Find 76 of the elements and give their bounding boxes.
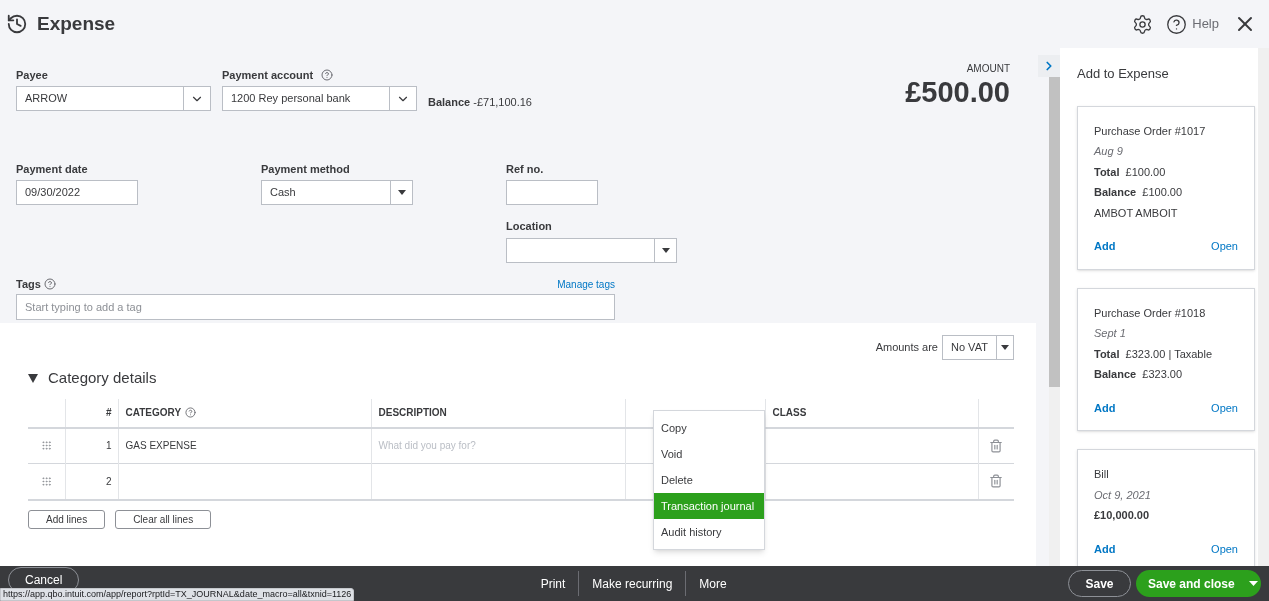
add-link[interactable]: Add <box>1094 540 1116 557</box>
dropdown-field[interactable] <box>506 238 677 263</box>
card-line: Total £323.00 | Taxable <box>1094 346 1214 362</box>
amount-label: AMOUNT <box>966 62 1010 76</box>
footer-action[interactable]: Make recurring <box>579 574 686 593</box>
field-label: Payment account <box>222 68 314 83</box>
line-number: 1 <box>65 427 118 464</box>
dropdown-field[interactable]: ARROW <box>16 86 211 111</box>
menu-item[interactable]: Void <box>654 441 764 467</box>
card-line: Balance £100.00 <box>1094 185 1184 200</box>
tags-field[interactable]: Start typing to add a tag <box>16 294 615 320</box>
column-header: DESCRIPTION <box>371 398 625 428</box>
field-label: Location <box>506 219 553 234</box>
collapse-panel-button[interactable] <box>1038 55 1060 77</box>
column-header: # <box>65 398 118 428</box>
field-label: Payee <box>16 68 49 83</box>
date-field[interactable]: 09/30/2022 <box>16 180 138 205</box>
line-number: 2 <box>65 463 118 500</box>
ref-no-field[interactable] <box>506 180 598 205</box>
card-title: Purchase Order #1018 <box>1094 305 1207 321</box>
column-header: CATEGORY <box>125 406 182 420</box>
amounts-are-label: Amounts are <box>875 340 938 356</box>
menu-item[interactable]: Delete <box>654 467 764 493</box>
help-icon <box>1166 13 1188 35</box>
help-icon[interactable] <box>321 69 334 81</box>
caret-icon <box>397 190 406 195</box>
add-link[interactable]: Add <box>1094 399 1116 416</box>
card-title: Purchase Order #1017 <box>1094 123 1207 139</box>
help-icon[interactable] <box>43 278 56 290</box>
dropdown-field[interactable]: Cash <box>261 180 413 205</box>
card-date: Aug 9 <box>1094 144 1124 159</box>
card-title: Bill <box>1094 467 1110 482</box>
add-lines-button[interactable]: Add lines <box>28 509 106 529</box>
field-label: Tags <box>16 277 41 292</box>
trash-icon[interactable] <box>989 438 1004 453</box>
field-label: Ref no. <box>506 162 545 177</box>
card-amount: £10,000.00 <box>1094 508 1151 523</box>
category-value[interactable]: GAS EXPENSE <box>125 440 197 452</box>
page-title: Expense <box>37 11 116 36</box>
field-label: Payment date <box>16 162 89 177</box>
section-title: Category details <box>48 368 157 388</box>
drag-handle-icon[interactable] <box>40 475 52 487</box>
caret-icon <box>1248 581 1258 586</box>
card-line: Total £100.00 <box>1094 164 1167 180</box>
footer-action[interactable]: More <box>686 574 740 593</box>
card-note: AMBOT AMBOIT <box>1094 205 1179 221</box>
menu-item[interactable]: Copy <box>654 415 764 441</box>
dropdown-field[interactable]: No VAT <box>942 335 1014 360</box>
menu-item[interactable]: Audit history <box>654 519 764 545</box>
settings-icon[interactable] <box>1132 13 1154 35</box>
collapse-icon[interactable] <box>28 373 38 383</box>
open-link[interactable]: Open <box>1211 399 1238 416</box>
footer-action[interactable]: Print <box>527 574 579 593</box>
caret-icon <box>661 248 670 253</box>
balance-text: Balance -£71,100.16 <box>428 95 532 110</box>
open-link[interactable]: Open <box>1211 238 1238 255</box>
card-line: Balance £323.00 <box>1094 367 1184 382</box>
add-link[interactable]: Add <box>1094 238 1116 255</box>
panel-title: Add to Expense <box>1077 65 1170 83</box>
caret-icon <box>1000 345 1009 350</box>
amount-value: £500.00 <box>905 76 1010 108</box>
manage-tags-link[interactable]: Manage tags <box>557 276 615 292</box>
help-icon[interactable] <box>185 407 197 418</box>
drag-handle-icon[interactable] <box>40 440 52 452</box>
field-label: Payment method <box>261 162 351 177</box>
scrollbar[interactable] <box>1049 77 1060 566</box>
trash-icon[interactable] <box>989 474 1004 489</box>
open-link[interactable]: Open <box>1211 540 1238 557</box>
status-url-tooltip: https://app.qbo.intuit.com/app/report?rptId=TX_JOURNAL&date_macro=all&txnid=1126 <box>0 588 355 601</box>
dropdown-field[interactable]: 1200 Rey personal bank <box>222 86 417 111</box>
clear-lines-button[interactable]: Clear all lines <box>115 509 212 529</box>
card-date: Oct 9, 2021 <box>1094 487 1152 503</box>
scrollbar[interactable] <box>1258 48 1269 566</box>
clock-arrow-icon <box>6 13 28 35</box>
card-date: Sept 1 <box>1094 326 1127 341</box>
help-button[interactable]: Help <box>1166 13 1219 35</box>
